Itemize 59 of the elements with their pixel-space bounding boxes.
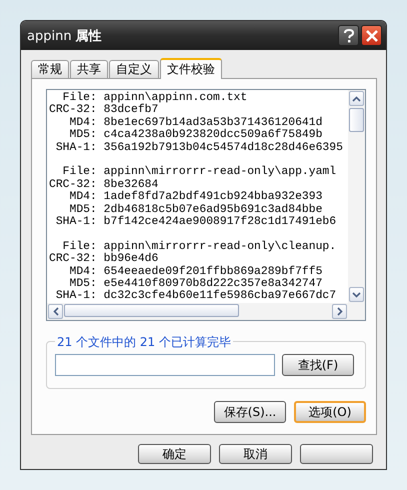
scroll-down-button[interactable] xyxy=(349,287,364,302)
field-label: CRC-32: xyxy=(49,104,97,117)
hash-value: b7f142ce424ae9008917f28c1d17491eb6 xyxy=(104,216,336,228)
find-button[interactable]: 查找(F) xyxy=(282,354,354,376)
scroll-right-button[interactable] xyxy=(332,304,347,319)
hash-value: 83dcefb7 xyxy=(104,104,158,116)
search-field[interactable] xyxy=(55,354,275,376)
field-label: CRC-32: xyxy=(49,253,97,266)
hash-value: dc32c3cfe4b60e11fe5986cba97e667dc7 xyxy=(104,290,336,303)
hash-value: 8be32684 xyxy=(104,178,158,191)
dialog-button[interactable]: 取消 xyxy=(219,444,292,464)
scroll-left-button[interactable] xyxy=(48,304,63,319)
field-label: File: xyxy=(62,240,97,253)
down-chevron-icon xyxy=(352,292,361,298)
field-label: MD4: xyxy=(68,116,97,130)
hash-value: appinn\mirrorrr-read-only\app.yaml xyxy=(104,166,336,178)
field-label: SHA-1: xyxy=(54,142,97,154)
hash-value: appinn\mirrorrr-read-only\cleanup. xyxy=(104,240,336,253)
close-button[interactable] xyxy=(361,25,382,46)
close-icon xyxy=(366,30,378,42)
hash-value: 8be1ec697b14ad3a53b371436120641d xyxy=(104,116,322,129)
scroll-thumb[interactable] xyxy=(64,304,239,317)
hash-value: 2db46818c5b07e6ad95b691c3ad84bbe xyxy=(104,204,322,216)
field-label: SHA-1: xyxy=(54,290,97,303)
scroll-thumb[interactable] xyxy=(349,108,364,132)
hash-value: 356a192b7913b04c54574d18c28d46e6395 xyxy=(104,142,343,154)
hash-value: appinn\appinn.com.txt xyxy=(104,92,248,104)
hash-value: e5e4410f80970b8d222c357e8a342747 xyxy=(104,278,322,290)
field-label: MD5: xyxy=(70,278,97,290)
tab[interactable]: 自定义 xyxy=(109,60,159,78)
tab[interactable]: 常规 xyxy=(31,60,69,78)
right-chevron-icon xyxy=(336,307,342,316)
field-label: File: xyxy=(62,166,97,179)
dialog-button[interactable] xyxy=(300,444,373,464)
horizontal-scrollbar[interactable] xyxy=(47,303,365,320)
window-title: appinn 属性 xyxy=(27,28,102,44)
action-button[interactable]: 选项(O) xyxy=(294,401,366,423)
hash-value: bb96e4d6 xyxy=(104,253,158,266)
tab[interactable]: 共享 xyxy=(70,60,108,78)
hash-value: c4ca4238a0b923820dcc509a6f75849b xyxy=(104,129,322,142)
hash-value: 654eeaede09f201ffbb869a289bf7ff5 xyxy=(104,266,322,278)
left-chevron-icon xyxy=(52,307,58,316)
field-label: MD4: xyxy=(68,266,97,278)
field-label: MD5: xyxy=(68,129,97,142)
help-button[interactable] xyxy=(338,25,359,46)
dialog-button[interactable]: 确定 xyxy=(138,444,211,464)
tab[interactable]: 文件校验 xyxy=(160,58,222,79)
hash-value: 1adef8fd7a2bdf491cb924bba932e393 xyxy=(104,191,322,204)
vertical-scrollbar[interactable] xyxy=(348,90,365,303)
field-label: MD5: xyxy=(68,204,97,216)
field-label: SHA-1: xyxy=(54,216,97,228)
up-chevron-icon xyxy=(352,96,361,102)
action-button[interactable]: 保存(S)... xyxy=(214,401,286,423)
field-label: CRC-32: xyxy=(49,178,97,192)
question-mark-icon xyxy=(342,28,354,42)
field-label: File: xyxy=(62,92,97,104)
group-title: 21 个文件中的 21 个已计算完毕 xyxy=(55,334,233,351)
scroll-up-button[interactable] xyxy=(349,91,364,106)
field-label: MD4: xyxy=(68,191,97,204)
